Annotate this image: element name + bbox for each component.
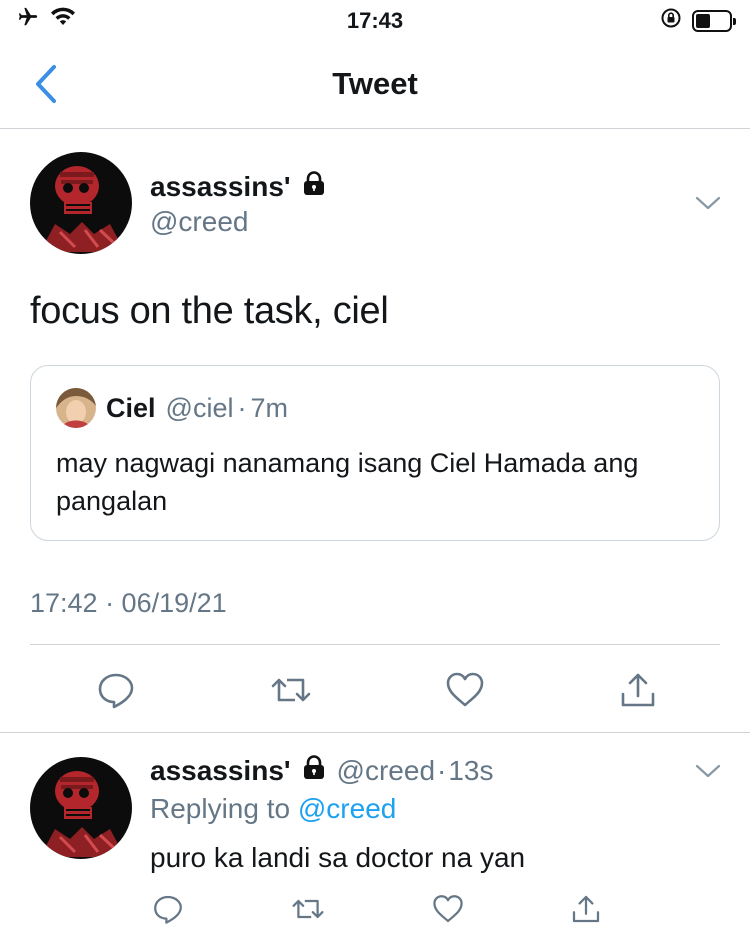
rotation-lock-icon xyxy=(660,7,682,34)
speech-bubble-icon xyxy=(98,673,134,709)
like-button[interactable] xyxy=(445,670,485,710)
replying-to-link[interactable]: @creed xyxy=(298,793,396,824)
chevron-down-icon xyxy=(695,196,721,210)
quote-author-handle: @ciel xyxy=(165,392,234,423)
share-icon xyxy=(621,673,655,707)
heart-icon xyxy=(433,895,463,923)
share-icon xyxy=(572,895,600,923)
page-title: Tweet xyxy=(332,66,418,101)
tweet-menu-button[interactable] xyxy=(693,188,723,218)
divider xyxy=(0,732,750,733)
status-bar: 17:43 xyxy=(0,0,750,42)
avatar[interactable] xyxy=(30,152,132,254)
status-time: 17:43 xyxy=(346,8,404,33)
reply-separator: · xyxy=(437,754,447,786)
reply-author-handle: @creed xyxy=(336,754,436,786)
like-button[interactable] xyxy=(432,893,464,925)
reply-time: 13s xyxy=(448,754,494,786)
lock-icon xyxy=(301,170,327,203)
nav-bar: Tweet xyxy=(0,42,750,129)
tweet-timestamp: 17:42 · 06/19/21 xyxy=(30,588,227,618)
chevron-down-icon xyxy=(695,764,721,778)
tweet-actions xyxy=(96,668,658,712)
share-button[interactable] xyxy=(570,893,602,925)
divider xyxy=(30,644,720,645)
quote-text: may nagwagi nanamang isang Ciel Hamada a… xyxy=(56,448,639,516)
reply-text: puro ka landi sa doctor na yan xyxy=(150,842,526,873)
quote-author-name: Ciel xyxy=(106,392,156,423)
lock-icon xyxy=(301,754,327,787)
tweet-text: focus on the task, ciel xyxy=(30,290,389,332)
reply-button[interactable] xyxy=(96,670,136,710)
heart-icon xyxy=(447,672,484,707)
battery-icon xyxy=(692,9,736,32)
share-button[interactable] xyxy=(618,670,658,710)
quote-separator: · xyxy=(237,392,247,423)
speech-bubble-icon xyxy=(154,895,182,924)
quoted-tweet[interactable]: Ciel @ciel · 7m may nagwagi nanamang isa… xyxy=(30,365,720,541)
reply-menu-button[interactable] xyxy=(693,756,723,786)
author-name: assassins' xyxy=(150,170,291,202)
reply-avatar[interactable] xyxy=(30,757,132,859)
author-handle: @creed xyxy=(150,206,249,237)
retweet-icon xyxy=(271,678,310,702)
retweet-button[interactable] xyxy=(269,670,313,710)
replying-to-label: Replying to xyxy=(150,793,291,824)
quote-avatar xyxy=(56,388,96,428)
retweet-button[interactable] xyxy=(290,893,326,925)
quote-time: 7m xyxy=(250,392,288,423)
reply-button[interactable] xyxy=(152,893,184,925)
reply-actions xyxy=(152,892,602,926)
retweet-icon xyxy=(292,899,324,919)
reply-author-name: assassins' xyxy=(150,754,291,786)
